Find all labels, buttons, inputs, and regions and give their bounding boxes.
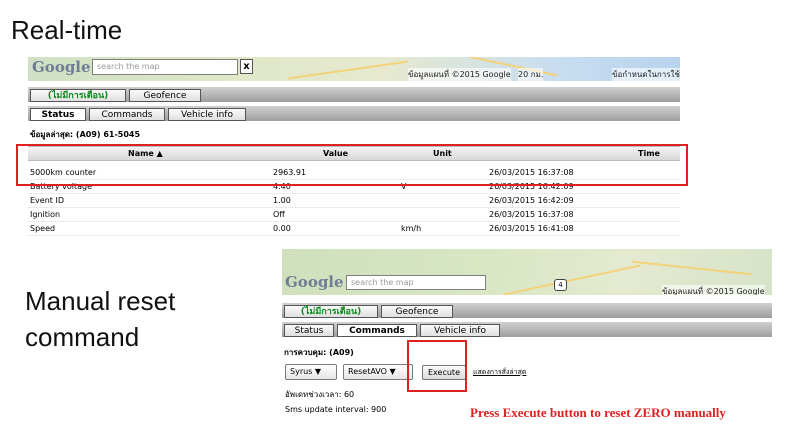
cell-time: 26/03/2015 16:41:08 <box>489 224 574 233</box>
realtime-heading: Real-time <box>11 15 123 45</box>
tab-status[interactable]: Status <box>30 108 86 121</box>
sms-interval-text: Sms update interval: 900 <box>285 405 387 414</box>
vehicle-title: ข้อมูลล่าสุด: (A09) 61-5045 <box>30 130 141 139</box>
search-input[interactable]: search the map <box>92 59 238 75</box>
tab-geofence[interactable]: Geofence <box>381 305 453 318</box>
command-title: การควบคุม: (A09) <box>284 348 354 357</box>
device-select-value: Syrus <box>290 367 313 376</box>
map-view[interactable]: Google search the map 4 ข้อมูลแผนที่ ©20… <box>282 249 772 295</box>
cell-time: 26/03/2015 16:42:09 <box>489 196 574 205</box>
execute-highlight-box <box>407 340 467 392</box>
command-history-link[interactable]: แสดงการสั่งล่าสุด <box>473 367 526 378</box>
instruction-note: Press Execute button to reset ZERO manua… <box>470 405 726 420</box>
tab-vehicle-info[interactable]: Vehicle info <box>420 324 500 337</box>
tab-commands[interactable]: Commands <box>89 108 165 121</box>
map-terms-link[interactable]: ข้อกำหนดในการใช้ <box>612 68 680 81</box>
map-attribution: ข้อมูลแผนที่ ©2015 Google <box>662 285 765 295</box>
route-shield-icon: 4 <box>554 279 567 291</box>
tab-geofence[interactable]: Geofence <box>129 89 201 102</box>
tab-commands[interactable]: Commands <box>337 324 417 337</box>
table-row[interactable]: Event ID 1.00 26/03/2015 16:42:09 <box>28 193 680 208</box>
cell-name: Speed <box>30 224 56 233</box>
map-scale: 20 กม. <box>518 68 544 81</box>
tab-vehicle-info[interactable]: Vehicle info <box>168 108 246 121</box>
top-tab-bar: (ไม่มีการเตือน) Geofence <box>282 303 772 318</box>
cell-time: 26/03/2015 16:37:08 <box>489 210 574 219</box>
sub-tab-bar: Status Commands Vehicle info <box>282 322 772 337</box>
command-select[interactable]: ResetAVO ▼ <box>343 364 413 380</box>
cell-unit: km/h <box>401 224 422 233</box>
search-input[interactable]: search the map <box>346 275 486 290</box>
highlight-box <box>16 144 688 186</box>
clear-search-button[interactable]: x <box>240 59 253 74</box>
cell-value: 0.00 <box>273 224 291 233</box>
cell-value: Off <box>273 210 285 219</box>
top-tab-bar: (ไม่มีการเตือน) Geofence <box>28 87 680 102</box>
cell-value: 1.00 <box>273 196 291 205</box>
tab-alerts[interactable]: (ไม่มีการเตือน) <box>30 89 126 102</box>
map-view[interactable]: Google search the map x ข้อมูลแผนที่ ©20… <box>28 57 680 81</box>
update-interval-text: อัพเดทช่วงเวลา: 60 <box>285 390 355 399</box>
cell-name: Event ID <box>30 196 64 205</box>
command-select-value: ResetAVO <box>348 367 387 376</box>
cell-name: Ignition <box>30 210 61 219</box>
tab-status[interactable]: Status <box>284 324 334 337</box>
manual-reset-panel: Google search the map 4 ข้อมูลแผนที่ ©20… <box>282 249 772 431</box>
google-logo: Google <box>32 58 91 76</box>
table-row[interactable]: Ignition Off 26/03/2015 16:37:08 <box>28 207 680 222</box>
manual-reset-heading-line2: command <box>25 322 140 352</box>
google-logo: Google <box>285 273 344 291</box>
manual-reset-heading-line1: Manual reset <box>25 286 176 316</box>
table-row[interactable]: Speed 0.00 km/h 26/03/2015 16:41:08 <box>28 221 680 236</box>
sub-tab-bar: Status Commands Vehicle info <box>28 106 680 121</box>
map-attribution: ข้อมูลแผนที่ ©2015 Google <box>408 68 511 81</box>
tab-alerts[interactable]: (ไม่มีการเตือน) <box>284 305 378 318</box>
device-select[interactable]: Syrus ▼ <box>285 364 337 380</box>
